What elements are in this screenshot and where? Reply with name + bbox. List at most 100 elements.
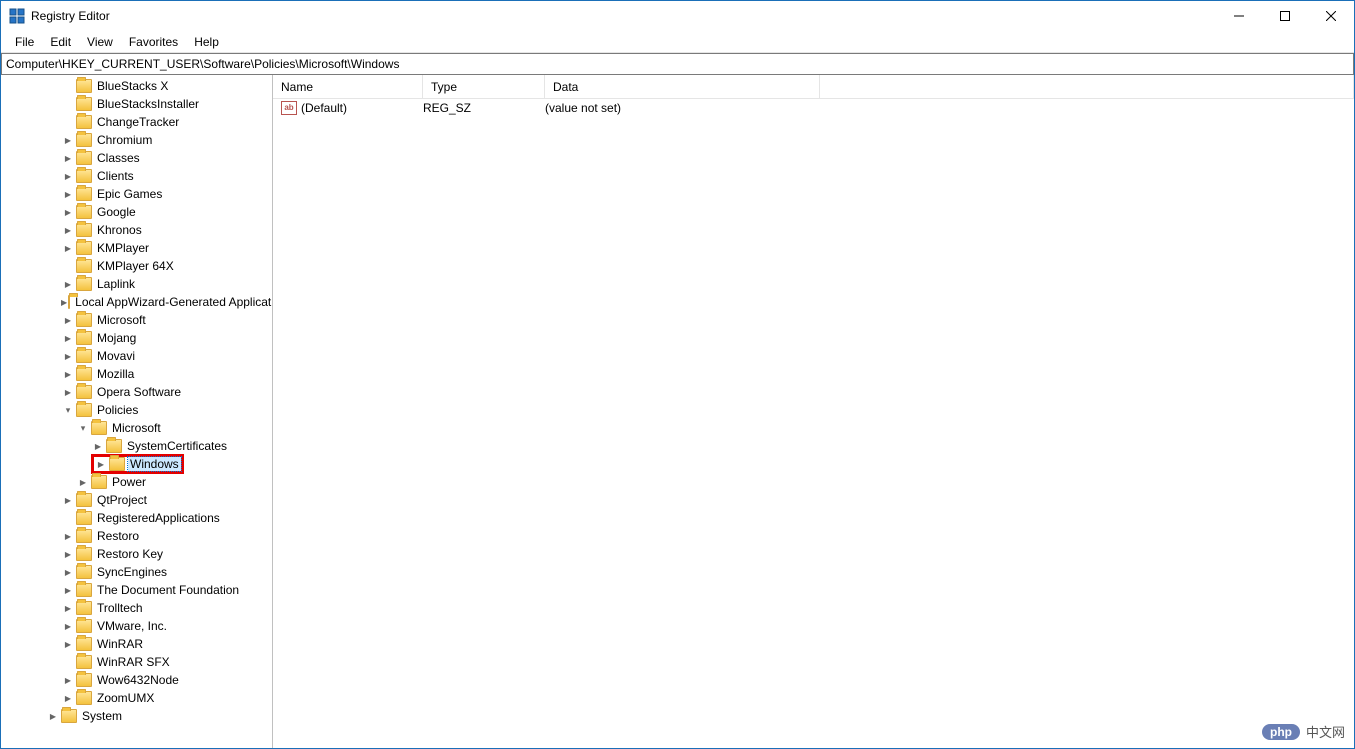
tree-pane[interactable]: BlueStacks XBlueStacksInstallerChangeTra… xyxy=(1,75,273,748)
chevron-right-icon[interactable]: ▶ xyxy=(61,367,75,381)
window-title: Registry Editor xyxy=(31,9,110,23)
column-type[interactable]: Type xyxy=(423,75,545,98)
menu-file[interactable]: File xyxy=(7,33,42,51)
chevron-right-icon[interactable]: ▶ xyxy=(61,349,75,363)
folder-icon xyxy=(76,205,92,219)
tree-item[interactable]: KMPlayer 64X xyxy=(1,257,272,275)
tree-item[interactable]: ▶QtProject xyxy=(1,491,272,509)
chevron-right-icon[interactable]: ▶ xyxy=(61,169,75,183)
folder-icon xyxy=(76,187,92,201)
chevron-right-icon[interactable]: ▶ xyxy=(61,529,75,543)
chevron-right-icon[interactable]: ▶ xyxy=(61,601,75,615)
chevron-down-icon[interactable]: ▾ xyxy=(76,421,90,435)
folder-icon xyxy=(76,619,92,633)
tree-item[interactable]: ▶Chromium xyxy=(1,131,272,149)
chevron-right-icon[interactable]: ▶ xyxy=(61,277,75,291)
chevron-right-icon[interactable]: ▶ xyxy=(76,475,90,489)
list-body[interactable]: ab(Default)REG_SZ(value not set) xyxy=(273,99,1354,748)
tree-item[interactable]: ▶Restoro Key xyxy=(1,545,272,563)
tree-item[interactable]: ▶Laplink xyxy=(1,275,272,293)
tree-item[interactable]: ▶WinRAR xyxy=(1,635,272,653)
chevron-right-icon[interactable]: ▶ xyxy=(61,331,75,345)
tree-item[interactable]: ▶Google xyxy=(1,203,272,221)
menu-favorites[interactable]: Favorites xyxy=(121,33,186,51)
tree-item[interactable]: WinRAR SFX xyxy=(1,653,272,671)
tree-item-label: KMPlayer 64X xyxy=(95,259,176,273)
chevron-right-icon[interactable]: ▶ xyxy=(61,205,75,219)
tree-item[interactable]: BlueStacks X xyxy=(1,77,272,95)
chevron-right-icon[interactable]: ▶ xyxy=(61,673,75,687)
chevron-right-icon[interactable]: ▶ xyxy=(61,223,75,237)
tree-item[interactable]: ▶Windows xyxy=(1,455,272,473)
tree-item[interactable]: ▶Mozilla xyxy=(1,365,272,383)
chevron-right-icon[interactable]: ▶ xyxy=(91,439,105,453)
chevron-right-icon[interactable]: ▶ xyxy=(61,187,75,201)
chevron-right-icon[interactable]: ▶ xyxy=(61,691,75,705)
tree-item[interactable]: ▶Epic Games xyxy=(1,185,272,203)
chevron-right-icon[interactable]: ▶ xyxy=(61,241,75,255)
column-data[interactable]: Data xyxy=(545,75,820,98)
tree-item-label: SystemCertificates xyxy=(125,439,229,453)
column-blank xyxy=(820,75,1354,98)
close-button[interactable] xyxy=(1308,1,1354,31)
tree-item[interactable]: ▶ KMPlayer xyxy=(1,239,272,257)
highlight-box: ▶Windows xyxy=(91,454,184,474)
chevron-right-icon[interactable]: ▶ xyxy=(61,295,67,309)
tree-item[interactable]: ▶Clients xyxy=(1,167,272,185)
folder-icon xyxy=(76,277,92,291)
tree-item[interactable]: ▶The Document Foundation xyxy=(1,581,272,599)
folder-icon xyxy=(76,655,92,669)
tree-item[interactable]: ▾ Microsoft xyxy=(1,419,272,437)
menu-help[interactable]: Help xyxy=(186,33,227,51)
chevron-right-icon[interactable]: ▶ xyxy=(61,313,75,327)
tree-item[interactable]: ▶SyncEngines xyxy=(1,563,272,581)
tree-item[interactable]: ChangeTracker xyxy=(1,113,272,131)
tree-item-label: Power xyxy=(110,475,148,489)
tree-item[interactable]: ▶Restoro xyxy=(1,527,272,545)
value-row[interactable]: ab(Default)REG_SZ(value not set) xyxy=(273,99,1354,117)
minimize-button[interactable] xyxy=(1216,1,1262,31)
tree-item-label: Local AppWizard-Generated Applications xyxy=(73,295,273,309)
menu-view[interactable]: View xyxy=(79,33,121,51)
chevron-right-icon[interactable]: ▶ xyxy=(61,565,75,579)
chevron-right-icon[interactable]: ▶ xyxy=(94,457,108,471)
tree-item[interactable]: ▶System xyxy=(1,707,272,725)
column-name[interactable]: Name xyxy=(273,75,423,98)
tree-item[interactable]: ▶Classes xyxy=(1,149,272,167)
tree-item[interactable]: ▶Microsoft xyxy=(1,311,272,329)
tree-item-label: Mojang xyxy=(95,331,138,345)
tree-item[interactable]: ▶ SystemCertificates xyxy=(1,437,272,455)
tree-item[interactable]: ▶ Mojang xyxy=(1,329,272,347)
tree-item[interactable]: ▶Opera Software xyxy=(1,383,272,401)
chevron-right-icon[interactable]: ▶ xyxy=(61,619,75,633)
tree-item[interactable]: ▶Wow6432Node xyxy=(1,671,272,689)
chevron-down-icon[interactable]: ▾ xyxy=(61,403,75,417)
chevron-right-icon[interactable]: ▶ xyxy=(61,637,75,651)
chevron-right-icon[interactable]: ▶ xyxy=(61,493,75,507)
folder-icon xyxy=(76,259,92,273)
maximize-button[interactable] xyxy=(1262,1,1308,31)
chevron-right-icon[interactable]: ▶ xyxy=(61,151,75,165)
tree-item[interactable]: ▶ZoomUMX xyxy=(1,689,272,707)
tree-item-label: Microsoft xyxy=(110,421,163,435)
tree-item[interactable]: ▶Movavi xyxy=(1,347,272,365)
tree-item[interactable]: ▶VMware, Inc. xyxy=(1,617,272,635)
address-bar[interactable]: Computer\HKEY_CURRENT_USER\Software\Poli… xyxy=(1,53,1354,75)
menu-edit[interactable]: Edit xyxy=(42,33,79,51)
chevron-right-icon[interactable]: ▶ xyxy=(61,133,75,147)
tree-item[interactable]: ▶ Local AppWizard-Generated Applications xyxy=(1,293,272,311)
tree-item[interactable]: ▶Khronos xyxy=(1,221,272,239)
tree-item[interactable]: ▶ Power xyxy=(1,473,272,491)
chevron-right-icon[interactable]: ▶ xyxy=(46,709,60,723)
chevron-right-icon[interactable]: ▶ xyxy=(61,547,75,561)
tree-item[interactable]: ▾Policies xyxy=(1,401,272,419)
tree-item[interactable]: RegisteredApplications xyxy=(1,509,272,527)
tree-item[interactable]: BlueStacksInstaller xyxy=(1,95,272,113)
chevron-right-icon[interactable]: ▶ xyxy=(61,385,75,399)
folder-icon xyxy=(76,637,92,651)
tree-item-label: KMPlayer xyxy=(95,241,151,255)
tree-item[interactable]: ▶Trolltech xyxy=(1,599,272,617)
list-header: Name Type Data xyxy=(273,75,1354,99)
folder-icon xyxy=(76,565,92,579)
chevron-right-icon[interactable]: ▶ xyxy=(61,583,75,597)
